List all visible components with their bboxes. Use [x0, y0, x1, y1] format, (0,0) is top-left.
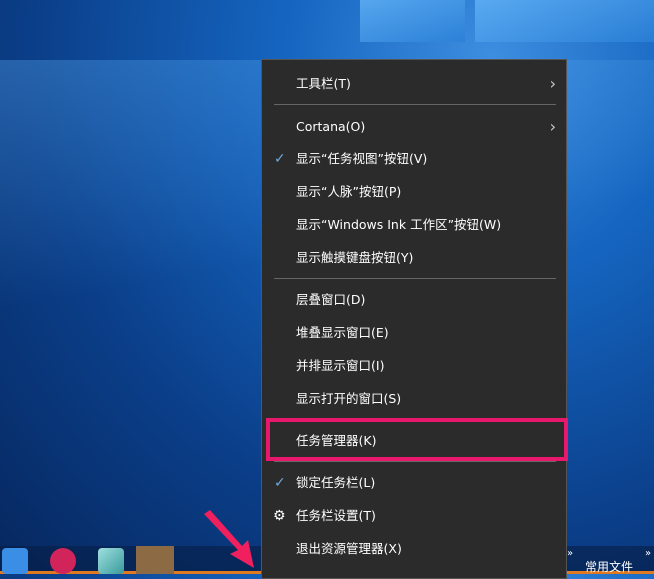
menu-item-label: 显示“Windows Ink 工作区”按钮(W): [296, 217, 502, 232]
taskbar-baidu-icon[interactable]: [136, 546, 174, 574]
taskbar-overflow-button[interactable]: »: [567, 548, 573, 559]
gear-icon: ⚙: [273, 508, 286, 524]
menu-item-label: 层叠窗口(D): [296, 292, 366, 307]
desktop-logo-pane: [475, 0, 654, 42]
menu-item-label: 锁定任务栏(L): [296, 475, 376, 490]
highlight-box-annotation: [266, 418, 568, 461]
favorites-toolbar[interactable]: 常用文件: [585, 558, 633, 575]
check-icon: ✓: [274, 475, 286, 491]
menu-item-touch-keyboard[interactable]: 显示触摸键盘按钮(Y): [262, 242, 566, 274]
menu-item-label: 任务栏设置(T): [296, 508, 376, 523]
menu-item-show-desktop[interactable]: 显示打开的窗口(S): [262, 383, 566, 415]
toolbar-overflow-button[interactable]: »: [645, 548, 651, 559]
menu-item-stacked[interactable]: 堆叠显示窗口(E): [262, 317, 566, 349]
menu-item-toolbars[interactable]: 工具栏(T) ›: [262, 68, 566, 100]
taskbar-app-icon[interactable]: [98, 548, 124, 574]
menu-item-label: 堆叠显示窗口(E): [296, 325, 389, 340]
menu-item-exit-explorer[interactable]: 退出资源管理器(X): [262, 533, 566, 565]
menu-item-label: 显示触摸键盘按钮(Y): [296, 250, 414, 265]
check-icon: ✓: [274, 151, 286, 167]
menu-separator: [274, 461, 556, 462]
menu-item-taskbar-settings[interactable]: ⚙ 任务栏设置(T): [262, 500, 566, 532]
menu-item-side-by-side[interactable]: 并排显示窗口(I): [262, 350, 566, 382]
menu-item-label: 显示打开的窗口(S): [296, 391, 402, 406]
menu-separator: [274, 104, 556, 105]
menu-item-cascade[interactable]: 层叠窗口(D): [262, 284, 566, 316]
menu-item-label: 显示“人脉”按钮(P): [296, 184, 402, 199]
menu-item-lock-taskbar[interactable]: ✓ 锁定任务栏(L): [262, 467, 566, 499]
chevron-right-icon: ›: [549, 74, 556, 93]
menu-item-label: 退出资源管理器(X): [296, 541, 402, 556]
menu-item-label: 并排显示窗口(I): [296, 358, 385, 373]
menu-item-windows-ink[interactable]: 显示“Windows Ink 工作区”按钮(W): [262, 209, 566, 241]
menu-item-label: 显示“任务视图”按钮(V): [296, 151, 428, 166]
menu-item-label: Cortana(O): [296, 119, 366, 134]
taskbar-app-icon[interactable]: [2, 548, 28, 574]
pointer-arrow-annotation: [204, 510, 254, 568]
menu-separator: [274, 278, 556, 279]
taskbar-context-menu: 工具栏(T) › Cortana(O) › ✓ 显示“任务视图”按钮(V) 显示“人脉…: [261, 59, 567, 579]
menu-item-label: 工具栏(T): [296, 76, 351, 91]
taskbar-app-icon[interactable]: [50, 548, 76, 574]
chevron-right-icon: ›: [549, 117, 556, 136]
menu-item-cortana[interactable]: Cortana(O) ›: [262, 111, 566, 143]
menu-item-people[interactable]: 显示“人脉”按钮(P): [262, 176, 566, 208]
menu-item-task-view[interactable]: ✓ 显示“任务视图”按钮(V): [262, 143, 566, 175]
desktop-logo-pane: [360, 0, 465, 42]
